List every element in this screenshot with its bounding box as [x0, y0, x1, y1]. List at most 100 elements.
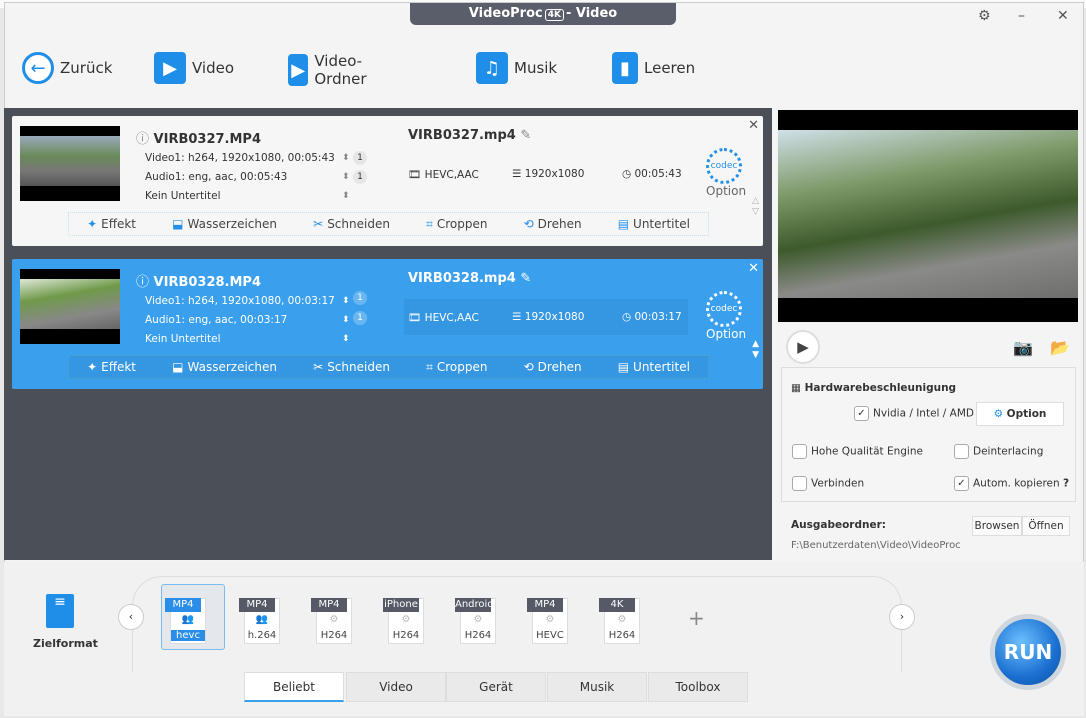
- subtitle-icon: ▤: [617, 360, 630, 374]
- codec-gear-icon[interactable]: codec: [706, 148, 742, 184]
- crop-button[interactable]: ⌗ Croppen: [426, 217, 487, 232]
- video-track-stepper[interactable]: ⬍: [342, 296, 350, 306]
- crop-icon: ⌗: [426, 216, 433, 231]
- crop-button[interactable]: ⌗ Croppen: [426, 360, 487, 375]
- format-item-2[interactable]: MP4 👥 h.264: [239, 598, 280, 644]
- play-button[interactable]: ▶: [786, 330, 820, 364]
- clear-label: Leeren: [644, 59, 696, 77]
- hw-checkbox[interactable]: ✓ Nvidia / Intel / AMD: [854, 406, 974, 421]
- codec-option-button[interactable]: Option: [706, 327, 746, 341]
- browse-button[interactable]: Browsen: [972, 516, 1022, 536]
- target-format-icon[interactable]: ≡: [46, 594, 74, 628]
- tab-toolbox[interactable]: Toolbox: [648, 672, 748, 702]
- format-top: MP4: [527, 598, 563, 612]
- cut-button[interactable]: ✂ Schneiden: [313, 360, 390, 374]
- effect-button[interactable]: ✦ Effekt: [87, 360, 136, 374]
- merge-checkbox[interactable]: Verbinden: [792, 476, 864, 491]
- file-card-selected[interactable]: ⓘ VIRB0328.MP4 Video1: h264, 1920x1080, …: [12, 259, 763, 389]
- deinterlacing-checkbox[interactable]: Deinterlacing: [954, 444, 1043, 459]
- tab-video[interactable]: Video: [346, 672, 446, 702]
- info-icon[interactable]: ⓘ: [136, 132, 149, 147]
- minimize-button[interactable]: –: [1018, 8, 1025, 24]
- checkbox[interactable]: [792, 476, 807, 491]
- output-info: 🎞 HEVC,AAC ☰ 1920x1080 ◷ 00:05:43: [404, 156, 688, 192]
- folder-icon[interactable]: 📂: [1050, 338, 1070, 357]
- remove-file-button[interactable]: ✕: [748, 118, 759, 133]
- format-bottom: H264: [320, 630, 348, 641]
- format-item-4[interactable]: iPhone ⚙ H264: [383, 598, 424, 644]
- close-button[interactable]: ✕: [1057, 8, 1069, 24]
- filename-text: VIRB0327.MP4: [153, 132, 261, 147]
- format-bottom: H264: [464, 630, 492, 641]
- open-button[interactable]: Öffnen: [1022, 516, 1070, 536]
- add-video-button[interactable]: ▶ Video: [154, 52, 234, 84]
- watermark-button[interactable]: ⬓ Wasserzeichen: [172, 217, 277, 231]
- edit-toolbar: ✦ Effekt ⬓ Wasserzeichen ✂ Schneiden ⌗ Cropp…: [68, 212, 709, 236]
- prev-arrow-button[interactable]: ‹: [118, 604, 144, 630]
- video-track-count: 1: [353, 151, 367, 165]
- duration-info: ◷ 00:05:43: [622, 168, 682, 180]
- format-item-1[interactable]: MP4 👥 hevc: [165, 598, 206, 644]
- clear-button[interactable]: ▮ Leeren: [612, 52, 695, 84]
- checkbox-checked[interactable]: ✓: [954, 476, 969, 491]
- format-item-3[interactable]: MP4 ⚙ H264: [311, 598, 352, 644]
- audio-track-stepper[interactable]: ⬍: [342, 172, 350, 182]
- rotate-button[interactable]: ⟲ Drehen: [524, 360, 582, 374]
- next-arrow-button[interactable]: ›: [889, 604, 915, 630]
- tab-popular[interactable]: Beliebt: [244, 672, 344, 702]
- format-icon: 👥: [255, 614, 269, 625]
- add-music-button[interactable]: ♫ Musik: [476, 52, 557, 84]
- edit-pencil-icon[interactable]: ✎: [520, 128, 531, 143]
- run-button[interactable]: RUN: [990, 614, 1066, 690]
- title-text: VideoProc: [468, 6, 543, 21]
- stamp-icon: ⬓: [172, 217, 184, 231]
- back-label: Zurück: [60, 59, 113, 77]
- help-icon[interactable]: ?: [1063, 478, 1069, 490]
- wand-icon: ✦: [87, 360, 98, 374]
- format-bar: ≡ Zielformat ‹ › MP4 👥 hevc MP4 👥 h.264 MP4 ⚙…: [4, 562, 1084, 716]
- subtitle-info: Kein Untertitel: [145, 190, 221, 202]
- video-preview[interactable]: [778, 110, 1078, 322]
- checkbox[interactable]: [792, 444, 807, 459]
- subtitle-button[interactable]: ▤ Untertitel: [618, 217, 690, 231]
- camera-icon[interactable]: 📷: [1013, 338, 1033, 357]
- output-name-text: VIRB0327.mp4: [408, 128, 516, 143]
- auto-copy-checkbox[interactable]: ✓ Autom. kopieren ?: [954, 476, 1069, 491]
- hw-option-label: Nvidia / Intel / AMD: [873, 407, 975, 420]
- reorder-arrows-icon[interactable]: ▲ ▼: [752, 339, 759, 361]
- video-track-stepper[interactable]: ⬍: [342, 153, 350, 163]
- watermark-button[interactable]: ⬓ Wasserzeichen: [172, 360, 277, 374]
- checkbox-checked[interactable]: ✓: [854, 406, 869, 421]
- tab-device[interactable]: Gerät: [446, 672, 546, 702]
- codec-option-button[interactable]: Option: [706, 184, 746, 198]
- rotate-button[interactable]: ⟲ Drehen: [524, 217, 582, 231]
- hw-option-button[interactable]: ⚙ Option: [976, 402, 1064, 426]
- cut-button[interactable]: ✂ Schneiden: [313, 217, 390, 231]
- subtitle-stepper[interactable]: ⬍: [342, 334, 350, 344]
- file-card[interactable]: ⓘ VIRB0327.MP4 Video1: h264, 1920x1080, …: [12, 116, 763, 246]
- output-path: F:\Benutzerdaten\Video\VideoProc: [791, 540, 961, 551]
- checkbox[interactable]: [954, 444, 969, 459]
- subtitle-stepper[interactable]: ⬍: [342, 191, 350, 201]
- audio-track-stepper[interactable]: ⬍: [342, 315, 350, 325]
- format-top: MP4: [311, 598, 347, 612]
- format-item-5[interactable]: Android ⚙ H264: [455, 598, 496, 644]
- format-item-6[interactable]: MP4 ⚙ HEVC: [527, 598, 568, 644]
- edit-pencil-icon[interactable]: ✎: [520, 271, 531, 286]
- reorder-arrows-icon[interactable]: △ ▽: [752, 196, 759, 218]
- add-format-button[interactable]: +: [688, 606, 705, 630]
- format-item-7[interactable]: 4K ⚙ H264: [599, 598, 640, 644]
- subtitle-button[interactable]: ▤ Untertitel: [618, 360, 690, 374]
- codec-gear-icon[interactable]: codec: [706, 291, 742, 327]
- output-filename: VIRB0328.mp4 ✎: [408, 271, 531, 286]
- effect-button[interactable]: ✦ Effekt: [87, 217, 136, 231]
- tab-music[interactable]: Musik: [547, 672, 647, 702]
- info-icon[interactable]: ⓘ: [136, 275, 149, 290]
- add-folder-button[interactable]: ▶ Video-Ordner: [288, 52, 378, 88]
- high-quality-checkbox[interactable]: Hohe Qualität Engine: [792, 444, 923, 459]
- back-button[interactable]: ← Zurück: [22, 52, 112, 84]
- trash-icon: ▮: [612, 52, 638, 84]
- remove-file-button[interactable]: ✕: [748, 261, 759, 276]
- cut-label: Schneiden: [327, 217, 390, 231]
- settings-gear-icon[interactable]: ⚙: [978, 8, 991, 24]
